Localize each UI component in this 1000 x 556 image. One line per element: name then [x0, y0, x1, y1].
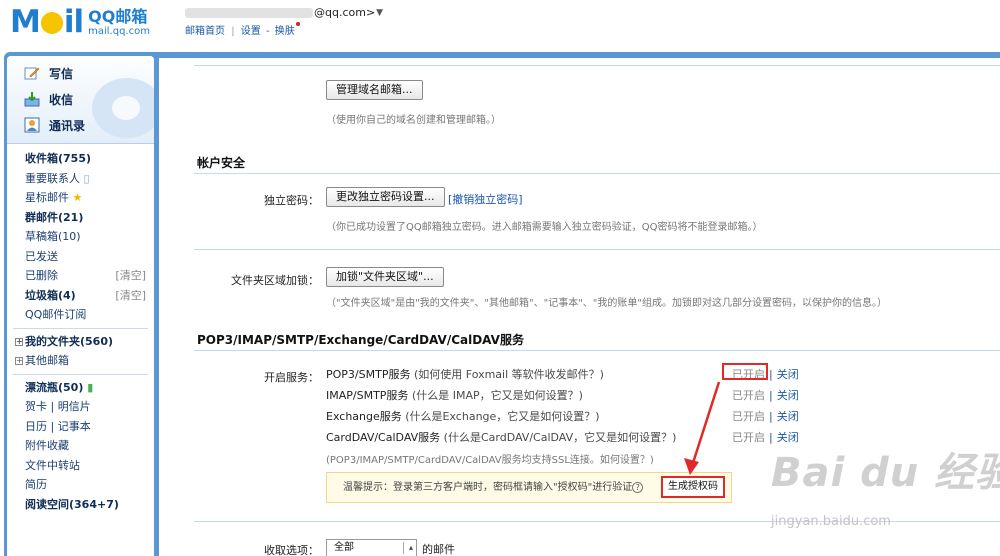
- app-window: Mil QQ邮箱 mail.qq.com @qq.com> ▼ 邮箱首页 | 设…: [0, 0, 1000, 556]
- logo-domain: mail.qq.com: [88, 26, 150, 37]
- user-menu: 邮箱首页 | 设置 - 换肤: [185, 22, 300, 37]
- folder-spam[interactable]: 垃圾箱(4) [清空]: [7, 286, 154, 306]
- imap-close-link[interactable]: 关闭: [777, 389, 799, 402]
- ssl-hint: (POP3/IMAP/SMTP/CardDAV/CalDAV服务均支持SSL连接…: [326, 455, 654, 466]
- folder-my-folders[interactable]: + 我的文件夹(560): [7, 332, 154, 352]
- star-icon: ★: [72, 191, 83, 204]
- logo-title: QQ邮箱: [88, 7, 148, 26]
- folder-drafts[interactable]: 草稿箱(10): [7, 227, 154, 247]
- receive-suffix: 的邮件: [422, 543, 455, 556]
- blurred-username: [185, 7, 313, 18]
- password-hint: （你已成功设置了QQ邮箱独立密码。进入邮箱需要输入独立密码验证，QQ密码将不能登…: [326, 222, 763, 233]
- folder-starred[interactable]: 星标邮件 ★: [7, 188, 154, 208]
- carddav-help-link[interactable]: (什么是CardDAV/CalDAV，它又是如何设置？): [444, 431, 677, 444]
- account-security-title: 帐户安全: [197, 156, 246, 170]
- exchange-help-link[interactable]: (什么是Exchange，它又是如何设置？): [405, 410, 599, 423]
- qq-mail-logo[interactable]: Mil QQ邮箱 mail.qq.com: [10, 4, 150, 38]
- folder-file-transfer[interactable]: 文件中转站: [7, 456, 154, 476]
- bookmark-icon: ▯: [83, 171, 90, 185]
- folder-reading-space[interactable]: 阅读空间(364+7): [7, 495, 154, 515]
- receive-options-select[interactable]: 全部▴▾: [326, 539, 417, 556]
- bottle-icon: ▮: [87, 380, 94, 394]
- user-email-suffix: @qq.com>: [314, 6, 376, 19]
- carddav-status: 已开启 | 关闭: [732, 431, 799, 444]
- enable-services-label: 开启服务：: [264, 371, 319, 384]
- folder-list: 收件箱(755) 重要联系人 ▯ 星标邮件 ★ 群邮件(21) 草稿箱(10) …: [7, 144, 154, 514]
- folder-lock-label: 文件夹区域加锁：: [231, 274, 319, 287]
- mail-home-link[interactable]: 邮箱首页: [185, 26, 225, 37]
- folder-group-mail[interactable]: 群邮件(21): [7, 208, 154, 228]
- exchange-service: Exchange服务 (什么是Exchange，它又是如何设置？): [326, 410, 600, 423]
- sidebar: 写信 收信 通讯录 收件箱(755) 重要联系人 ▯ 星标邮件 ★ 群邮件(21…: [7, 56, 154, 556]
- header: Mil QQ邮箱 mail.qq.com @qq.com> ▼ 邮箱首页 | 设…: [0, 0, 1000, 52]
- exchange-status: 已开启 | 关闭: [732, 410, 799, 423]
- independent-password-label: 独立密码：: [264, 194, 319, 207]
- imap-status: 已开启 | 关闭: [732, 389, 799, 402]
- expand-icon[interactable]: +: [15, 357, 23, 365]
- carddav-close-link[interactable]: 关闭: [777, 431, 799, 444]
- generate-auth-code-button[interactable]: 生成授权码: [661, 476, 725, 498]
- pop-imap-section-title: POP3/IMAP/SMTP/Exchange/CardDAV/CalDAV服务: [197, 333, 524, 347]
- folder-important-contacts[interactable]: 重要联系人 ▯: [7, 169, 154, 189]
- inbox-icon: [23, 91, 41, 107]
- pop3-help-link[interactable]: (如何使用 Foxmail 等软件收发邮件？): [414, 368, 604, 381]
- imap-smtp-service: IMAP/SMTP服务 (什么是 IMAP，它又是如何设置？): [326, 389, 583, 402]
- exchange-close-link[interactable]: 关闭: [777, 410, 799, 423]
- quick-actions: 写信 收信 通讯录: [7, 56, 154, 144]
- settings-panel: 管理域名邮箱... （使用你自己的域名创建和管理邮箱。） 帐户安全 独立密码： …: [159, 58, 1000, 556]
- contacts-icon: [23, 117, 41, 133]
- manage-domain-button[interactable]: 管理域名邮箱...: [326, 80, 423, 100]
- folder-sent[interactable]: 已发送: [7, 247, 154, 267]
- pop3-close-link[interactable]: 关闭: [777, 368, 799, 381]
- settings-link[interactable]: 设置: [241, 26, 261, 37]
- folder-resume[interactable]: 简历: [7, 475, 154, 495]
- folder-lock-hint: （"文件夹区域"是由"我的文件夹"、"其他邮箱"、"记事本"、"我的账单"组成。…: [326, 298, 887, 309]
- user-account[interactable]: @qq.com> ▼: [185, 6, 383, 19]
- folder-cards[interactable]: 贺卡 | 明信片: [7, 397, 154, 417]
- pop3-smtp-service: POP3/SMTP服务 (如何使用 Foxmail 等软件收发邮件？): [326, 368, 604, 381]
- folder-inbox[interactable]: 收件箱(755): [7, 149, 154, 169]
- imap-help-link[interactable]: (什么是 IMAP，它又是如何设置？): [412, 389, 583, 402]
- clear-spam-link[interactable]: [清空]: [115, 286, 146, 306]
- folder-drift-bottle[interactable]: 漂流瓶(50) ▮: [7, 378, 154, 398]
- pencil-icon: [23, 65, 41, 81]
- new-dot-icon: [295, 22, 300, 26]
- logo-mail-text: Mil: [10, 4, 84, 40]
- help-icon[interactable]: ?: [632, 481, 644, 493]
- expand-icon[interactable]: +: [15, 337, 23, 346]
- folder-subscriptions[interactable]: QQ邮件订阅: [7, 305, 154, 325]
- change-password-button[interactable]: 更改独立密码设置...: [326, 187, 445, 207]
- folder-calendar[interactable]: 日历 | 记事本: [7, 417, 154, 437]
- chevron-down-icon[interactable]: ▼: [376, 8, 383, 18]
- skin-link[interactable]: 换肤: [275, 26, 295, 37]
- highlight-box: [722, 363, 768, 380]
- domain-hint: （使用你自己的域名创建和管理邮箱。）: [326, 115, 501, 126]
- receive-options-label: 收取选项：: [264, 544, 319, 556]
- folder-attachments[interactable]: 附件收藏: [7, 436, 154, 456]
- spinner-icon: ▴▾: [408, 543, 413, 552]
- folder-other-mailboxes[interactable]: + 其他邮箱: [7, 351, 154, 371]
- folder-deleted[interactable]: 已删除 [清空]: [7, 266, 154, 286]
- lock-folder-button[interactable]: 加锁"文件夹区域"...: [326, 267, 444, 287]
- clear-deleted-link[interactable]: [清空]: [115, 266, 146, 286]
- cancel-password-link[interactable]: [撤销独立密码]: [448, 191, 523, 207]
- carddav-service: CardDAV/CalDAV服务 (什么是CardDAV/CalDAV，它又是如…: [326, 431, 677, 444]
